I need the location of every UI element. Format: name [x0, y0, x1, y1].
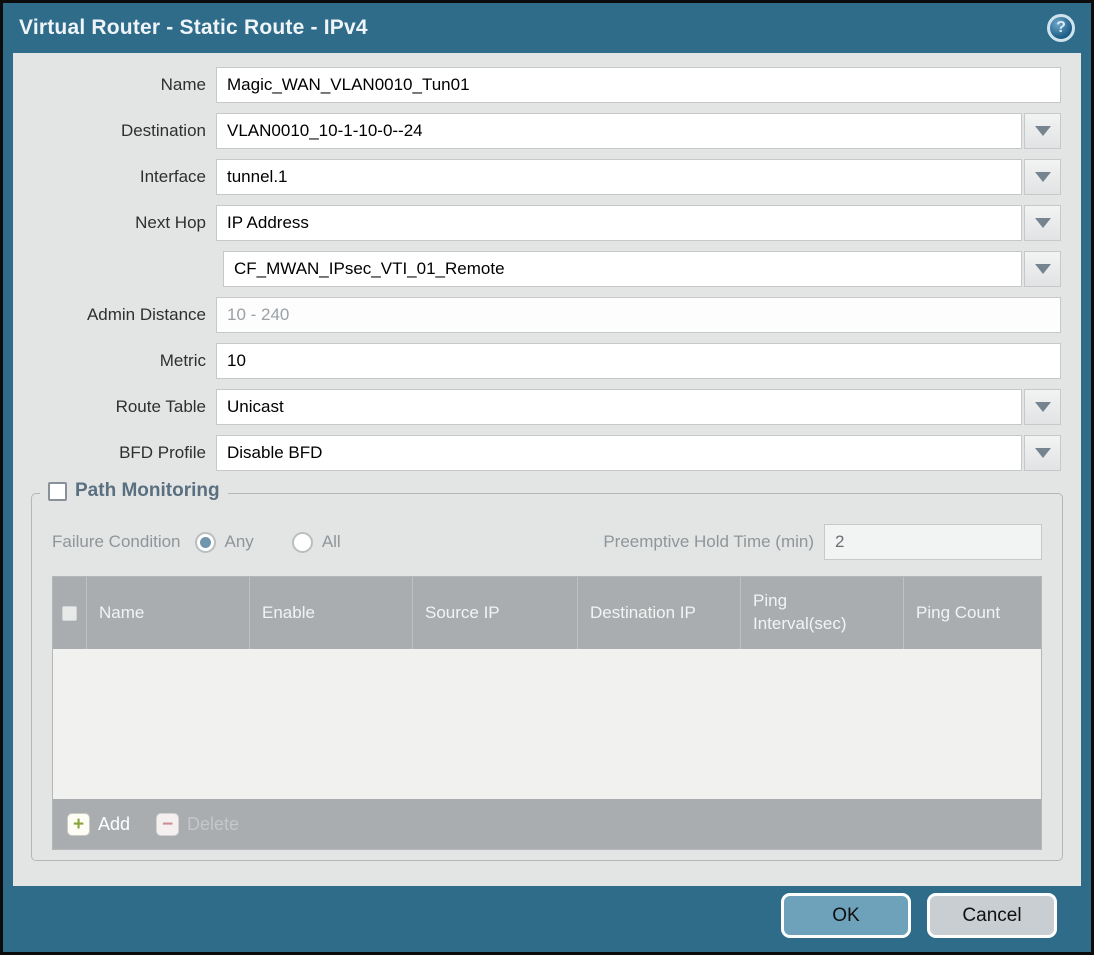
- destination-label: Destination: [120, 121, 206, 140]
- chevron-down-icon: [1034, 264, 1051, 274]
- name-row: Name: [16, 67, 1061, 103]
- failure-condition-any-label: Any: [224, 532, 254, 551]
- plus-icon: +: [67, 812, 90, 836]
- admin-distance-label: Admin Distance: [86, 305, 206, 324]
- route-table-row: Route Table: [16, 389, 1061, 425]
- add-button[interactable]: + Add: [67, 812, 131, 836]
- failure-condition-all-radio[interactable]: [291, 531, 313, 553]
- minus-icon: −: [156, 812, 180, 836]
- table-toolbar: + Add − Delete: [53, 799, 1041, 849]
- bfd-profile-input[interactable]: [216, 435, 1022, 471]
- next-hop-type-dropdown-button[interactable]: [1024, 205, 1061, 241]
- next-hop-label: Next Hop: [135, 213, 206, 232]
- next-hop-address-row: [16, 251, 1061, 287]
- admin-distance-row: Admin Distance: [16, 297, 1061, 333]
- help-icon[interactable]: ?: [1047, 14, 1075, 42]
- metric-input[interactable]: [216, 343, 1061, 379]
- column-header-name[interactable]: Name: [87, 577, 250, 649]
- path-monitoring-label: Path Monitoring: [75, 480, 220, 501]
- failure-condition-all-label: All: [321, 532, 341, 551]
- path-monitoring-legend: Path Monitoring: [40, 480, 228, 502]
- interface-label: Interface: [139, 167, 206, 186]
- metric-row: Metric: [16, 343, 1061, 379]
- name-input[interactable]: [216, 67, 1061, 103]
- interface-row: Interface: [16, 159, 1061, 195]
- destination-row: Destination: [16, 113, 1061, 149]
- chevron-down-icon: [1034, 172, 1051, 182]
- failure-condition-label: Failure Condition: [52, 532, 181, 551]
- bfd-profile-dropdown-button[interactable]: [1024, 435, 1061, 471]
- failure-condition-row: Failure Condition Any All Preemptive Hol…: [52, 524, 1042, 560]
- destination-dropdown-button[interactable]: [1024, 113, 1061, 149]
- column-header-enable[interactable]: Enable: [250, 577, 413, 649]
- dialog-titlebar: Virtual Router - Static Route - IPv4 ?: [3, 3, 1091, 53]
- chevron-down-icon: [1034, 126, 1051, 136]
- preemptive-hold-label: Preemptive Hold Time (min): [603, 532, 814, 551]
- route-table-dropdown-button[interactable]: [1024, 389, 1061, 425]
- dialog-body: Name Destination Interface Next Hop: [13, 53, 1081, 886]
- route-table-label: Route Table: [115, 397, 206, 416]
- name-label: Name: [160, 75, 206, 94]
- metric-label: Metric: [159, 351, 206, 370]
- path-monitoring-checkbox[interactable]: [48, 481, 67, 501]
- add-button-label: Add: [98, 813, 131, 834]
- chevron-down-icon: [1034, 402, 1051, 412]
- next-hop-row: Next Hop: [16, 205, 1061, 241]
- cancel-button[interactable]: Cancel: [927, 893, 1057, 938]
- ok-button[interactable]: OK: [781, 893, 911, 938]
- table-header-checkbox-cell: [53, 577, 87, 649]
- bfd-profile-label: BFD Profile: [119, 443, 206, 462]
- column-header-destination-ip[interactable]: Destination IP: [578, 577, 741, 649]
- next-hop-address-dropdown-button[interactable]: [1024, 251, 1061, 287]
- route-table-input[interactable]: [216, 389, 1022, 425]
- delete-button[interactable]: − Delete: [156, 812, 240, 836]
- path-monitoring-table: Name Enable Source IP Destination IP Pin…: [52, 576, 1042, 850]
- table-header-row: Name Enable Source IP Destination IP Pin…: [53, 577, 1041, 649]
- preemptive-hold-input[interactable]: [824, 524, 1042, 560]
- delete-button-label: Delete: [187, 813, 240, 834]
- column-header-ping-count[interactable]: Ping Count: [904, 577, 1041, 649]
- destination-input[interactable]: [216, 113, 1022, 149]
- select-all-checkbox[interactable]: [62, 605, 77, 621]
- column-header-ping-interval[interactable]: Ping Interval(sec): [741, 577, 904, 649]
- failure-condition-any-radio[interactable]: [194, 531, 216, 553]
- admin-distance-input[interactable]: [216, 297, 1061, 333]
- dialog-footer: OK Cancel: [3, 886, 1091, 952]
- next-hop-type-input[interactable]: [216, 205, 1022, 241]
- table-body-empty: [53, 649, 1041, 799]
- dialog-title: Virtual Router - Static Route - IPv4: [19, 16, 368, 39]
- path-monitoring-section: Path Monitoring Failure Condition Any Al…: [31, 480, 1063, 861]
- chevron-down-icon: [1034, 218, 1051, 228]
- next-hop-address-input[interactable]: [223, 251, 1022, 287]
- interface-dropdown-button[interactable]: [1024, 159, 1061, 195]
- chevron-down-icon: [1034, 448, 1051, 458]
- column-header-source-ip[interactable]: Source IP: [413, 577, 578, 649]
- dialog-window: Virtual Router - Static Route - IPv4 ? N…: [0, 0, 1094, 955]
- bfd-profile-row: BFD Profile: [16, 435, 1061, 471]
- interface-input[interactable]: [216, 159, 1022, 195]
